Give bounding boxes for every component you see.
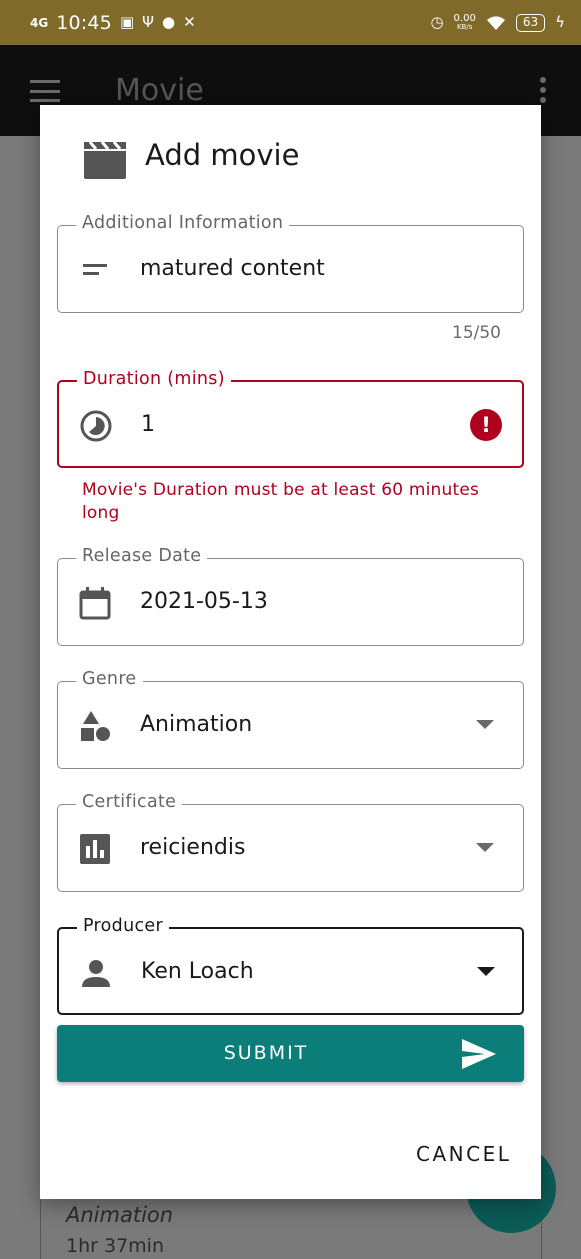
charging-icon: ϟ	[555, 13, 565, 31]
status-time: 10:45	[56, 11, 112, 34]
add-movie-dialog: Add movie Additional Information matured…	[40, 105, 541, 1199]
error-icon: !	[470, 409, 502, 441]
release-date-value: 2021-05-13	[140, 589, 268, 614]
status-bar: 4G 10:45 ▣ Ψ ● ✕ ◷ 0.00 KB/s 63 ϟ	[0, 0, 581, 45]
submit-button[interactable]: SUBMIT	[57, 1025, 524, 1082]
network-indicator: 4G	[30, 15, 49, 30]
timelapse-icon	[80, 410, 112, 442]
menu-icon[interactable]	[30, 80, 60, 102]
character-counter: 15/50	[452, 323, 501, 343]
wifi-icon	[486, 15, 505, 30]
certificate-label: Certificate	[76, 792, 183, 812]
list-item-duration: 1hr 37min	[66, 1235, 164, 1257]
genre-select[interactable]: Genre Animation	[57, 669, 524, 769]
certificate-select[interactable]: Certificate reiciendis	[57, 792, 524, 892]
producer-label: Producer	[77, 916, 169, 936]
list-item-genre: Animation	[66, 1203, 174, 1227]
chevron-down-icon[interactable]	[476, 720, 494, 729]
producer-value: Ken Loach	[141, 959, 254, 984]
duration-error-message: Movie's Duration must be at least 60 min…	[82, 480, 480, 523]
messenger-icon: ●	[161, 13, 176, 31]
genre-value: Animation	[140, 712, 253, 737]
category-icon	[81, 711, 110, 741]
calendar-icon	[79, 587, 111, 620]
network-speed: 0.00 KB/s	[453, 12, 476, 31]
dialog-title: Add movie	[145, 138, 300, 172]
duration-label: Duration (mins)	[77, 369, 231, 389]
duration-value: 1	[141, 412, 155, 437]
battery-indicator: 63	[515, 13, 546, 32]
chevron-down-icon[interactable]	[477, 967, 495, 976]
cancel-button[interactable]: CANCEL	[416, 1142, 511, 1166]
release-date-label: Release Date	[76, 546, 208, 566]
additional-info-field[interactable]: Additional Information matured content	[57, 213, 524, 313]
release-date-field[interactable]: Release Date 2021-05-13	[57, 546, 524, 646]
producer-select[interactable]: Producer Ken Loach	[57, 916, 524, 1015]
additional-info-label: Additional Information	[76, 213, 290, 233]
submit-label: SUBMIT	[223, 1042, 309, 1064]
duration-field[interactable]: Duration (mins) 1 !	[57, 369, 524, 468]
app-bar-title: Movie	[115, 73, 204, 108]
genre-label: Genre	[76, 669, 143, 689]
more-options-icon[interactable]	[540, 77, 548, 107]
additional-info-value: matured content	[140, 256, 325, 281]
tools-icon: ✕	[183, 13, 196, 31]
certificate-value: reiciendis	[140, 835, 246, 860]
notes-icon	[83, 264, 107, 275]
bar-chart-icon	[80, 834, 110, 864]
usb-icon: Ψ	[142, 13, 154, 31]
send-icon	[462, 1039, 496, 1069]
movie-clapper-icon	[84, 141, 126, 179]
alarm-icon: ◷	[430, 13, 444, 31]
notification-app-icon: ▣	[119, 13, 135, 31]
chevron-down-icon[interactable]	[476, 843, 494, 852]
person-icon	[82, 960, 110, 987]
